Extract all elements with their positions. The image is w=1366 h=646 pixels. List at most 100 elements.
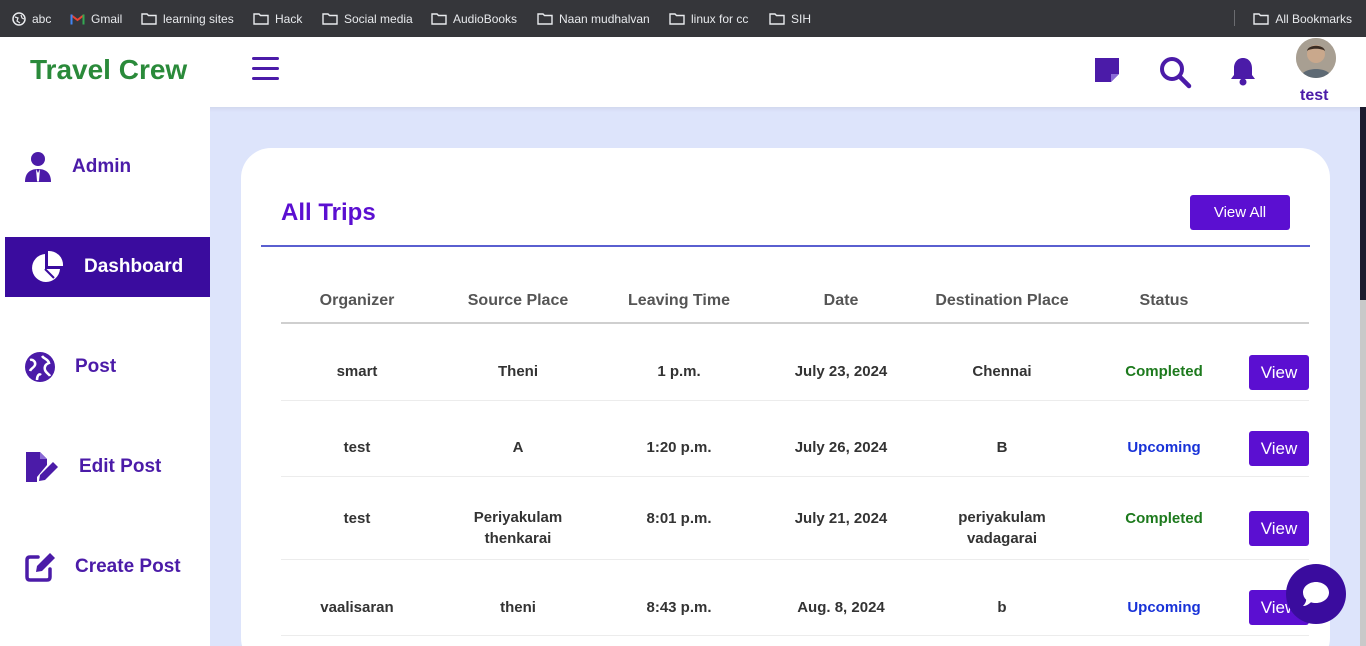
cell-organizer: test (343, 510, 371, 527)
bookmark-learning-sites[interactable]: learning sites (141, 0, 234, 37)
hamburger-line (252, 67, 279, 70)
notifications-button[interactable] (1227, 55, 1259, 87)
globe-icon (25, 352, 55, 382)
table-row: smart Theni 1 p.m. July 23, 2024 Chennai… (281, 326, 1309, 401)
user-tie-icon (25, 152, 51, 182)
bookmark-label: linux for cc (691, 11, 749, 26)
all-bookmarks[interactable]: All Bookmarks (1253, 0, 1352, 37)
table-row: test A 1:20 p.m. July 26, 2024 B Upcomin… (281, 401, 1309, 477)
bookmark-linux-for-cc[interactable]: linux for cc (669, 0, 748, 37)
scrollbar-thumb[interactable] (1360, 300, 1366, 646)
bell-icon (1231, 58, 1255, 86)
view-trip-button[interactable]: View (1249, 355, 1309, 390)
folder-icon (669, 13, 685, 25)
top-header: Travel Crew test (0, 37, 1366, 107)
cell-status: Completed (1125, 510, 1203, 527)
search-icon (1160, 57, 1192, 89)
folder-icon (1253, 13, 1270, 25)
cell-status: Completed (1125, 363, 1203, 380)
cell-time: 1:20 p.m. (646, 439, 712, 456)
cell-source: Periyakulam thenkarai (473, 509, 563, 547)
table-row: vaalisaran theni 8:43 p.m. Aug. 8, 2024 … (281, 560, 1309, 636)
sidebar-item-label: Admin (72, 156, 132, 177)
bookmark-label: SIH (791, 11, 812, 26)
cell-date: Aug. 8, 2024 (797, 599, 885, 616)
sidebar-item-admin[interactable]: Admin (0, 137, 210, 197)
gmail-icon (70, 13, 85, 24)
globe-icon (12, 11, 26, 26)
cell-source: A (512, 439, 524, 456)
bookmark-label: Hack (275, 11, 303, 26)
bookmark-label: Naan mudhalvan (559, 11, 650, 26)
brand-logo[interactable]: Travel Crew (30, 54, 187, 86)
table-row: test Periyakulam thenkarai 8:01 p.m. Jul… (281, 477, 1309, 560)
bookmark-social-media[interactable]: Social media (322, 0, 413, 37)
folder-icon (769, 13, 785, 25)
column-header-date: Date (823, 292, 859, 309)
sidebar-item-edit-post[interactable]: Edit Post (0, 437, 210, 497)
column-header-leaving-time: Leaving Time (628, 292, 730, 309)
all-bookmarks-label: All Bookmarks (1275, 11, 1352, 26)
column-header-status: Status (1139, 292, 1189, 309)
cell-time: 1 p.m. (657, 363, 701, 380)
view-trip-button[interactable]: View (1249, 431, 1309, 466)
cell-organizer: vaalisaran (320, 599, 394, 616)
bookmark-naan-mudhalvan[interactable]: Naan mudhalvan (537, 0, 650, 37)
folder-icon (141, 13, 157, 25)
table-header: Organizer Source Place Leaving Time Date… (281, 288, 1309, 324)
bookmark-abc[interactable]: abc (12, 0, 51, 37)
chat-bubble-icon (1303, 582, 1329, 606)
bookmarks-divider (1234, 10, 1235, 26)
pen-square-icon (25, 553, 55, 582)
search-button[interactable] (1158, 55, 1192, 89)
chat-button[interactable] (1286, 564, 1346, 624)
sidebar-item-post[interactable]: Post (0, 337, 210, 397)
sidebar-item-label: Post (75, 356, 117, 377)
bookmark-label: Gmail (91, 11, 123, 26)
sidebar-item-create-post[interactable]: Create Post (0, 537, 210, 597)
user-name: test (1300, 87, 1329, 104)
column-header-organizer: Organizer (319, 292, 395, 309)
title-divider (261, 245, 1310, 247)
bookmark-label: abc (32, 11, 52, 26)
user-avatar[interactable] (1296, 38, 1336, 78)
sticky-note-button[interactable] (1092, 55, 1124, 87)
cell-date: July 26, 2024 (794, 439, 888, 456)
column-header-destination-place: Destination Place (935, 292, 1069, 309)
hamburger-line (252, 77, 279, 80)
cell-status: Upcoming (1127, 439, 1201, 456)
sticky-note-icon (1095, 58, 1119, 82)
bookmark-hack[interactable]: Hack (253, 0, 302, 37)
bookmark-label: learning sites (163, 11, 234, 26)
cell-destination: B (996, 439, 1008, 456)
bookmark-gmail[interactable]: Gmail (70, 0, 122, 37)
cell-organizer: test (343, 439, 371, 456)
bookmark-audiobooks[interactable]: AudioBooks (431, 0, 517, 37)
sidebar-item-label: Create Post (75, 556, 181, 577)
view-all-button[interactable]: View All (1190, 195, 1290, 230)
hamburger-line (252, 57, 279, 60)
all-trips-card: All Trips View All Organizer Source Plac… (241, 148, 1330, 646)
cell-time: 8:43 p.m. (646, 599, 712, 616)
cell-organizer: smart (336, 363, 378, 380)
file-edit-icon (26, 452, 58, 482)
menu-toggle-button[interactable] (252, 57, 280, 85)
view-trip-button[interactable]: View (1249, 511, 1309, 546)
cell-time: 8:01 p.m. (646, 510, 712, 527)
column-header-source-place: Source Place (467, 292, 569, 309)
pie-chart-icon (32, 250, 64, 282)
cell-destination: Chennai (972, 363, 1032, 380)
cell-source: Theni (498, 363, 538, 380)
bookmark-sih[interactable]: SIH (769, 0, 811, 37)
card-title: All Trips (281, 199, 376, 226)
bookmarks-bar: abc Gmail learning sites Hack Social med… (0, 0, 1366, 37)
folder-icon (253, 13, 269, 25)
avatar-photo-icon (1296, 38, 1336, 78)
sidebar-item-dashboard[interactable]: Dashboard (5, 237, 210, 297)
folder-icon (431, 13, 447, 25)
sidebar-item-label: Dashboard (84, 256, 184, 277)
cell-date: July 21, 2024 (794, 510, 888, 527)
cell-source: theni (500, 599, 536, 616)
folder-icon (537, 13, 553, 25)
cell-destination: periyakulam vadagarai (958, 509, 1046, 547)
